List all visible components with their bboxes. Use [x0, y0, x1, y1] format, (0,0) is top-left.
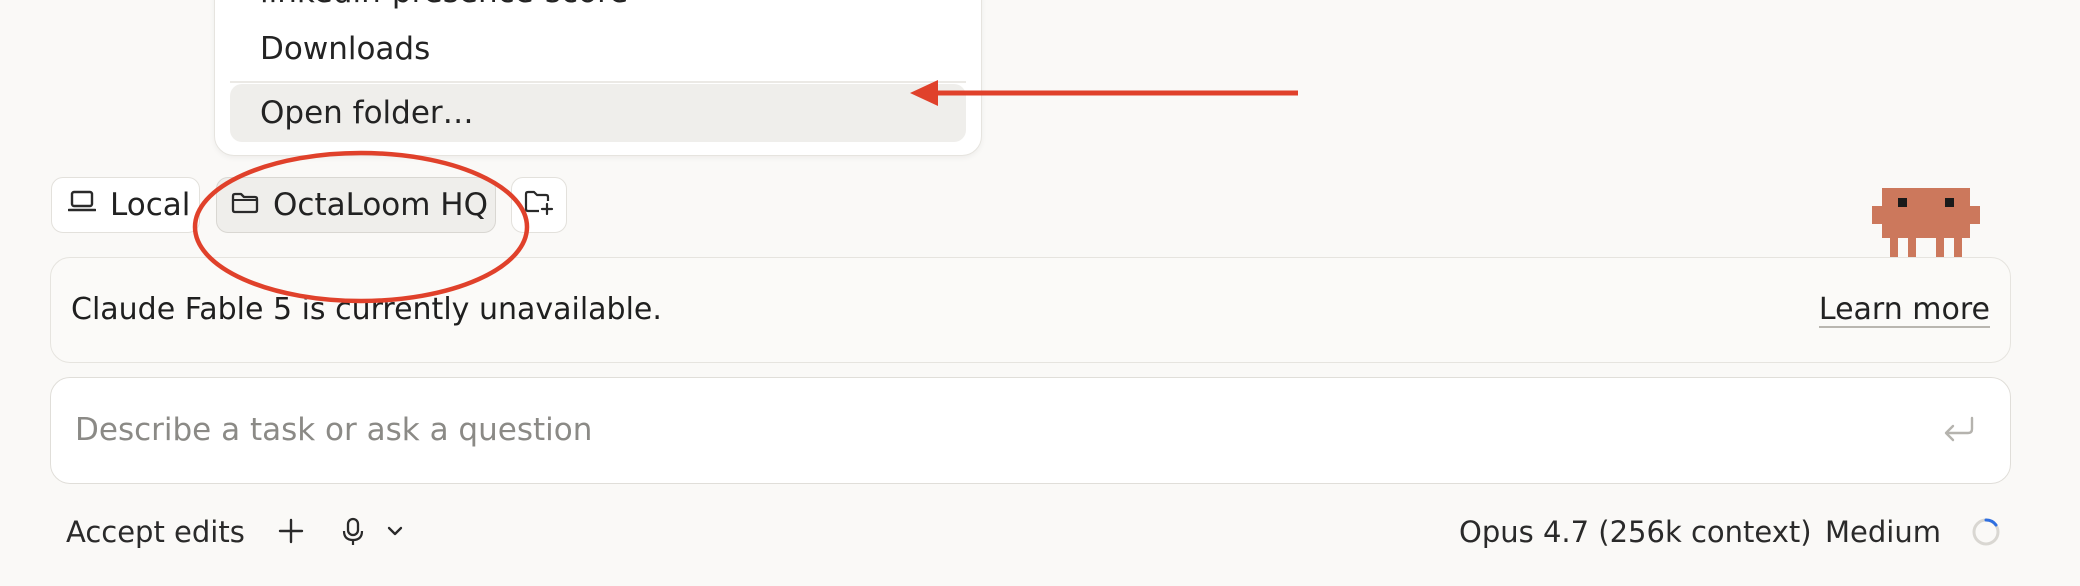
task-input-placeholder: Describe a task or ask a question — [75, 412, 593, 448]
folder-dropdown-menu: linkedin-presence-score Downloads Open f… — [214, 0, 982, 156]
laptop-icon — [67, 187, 97, 223]
chevron-down-icon[interactable] — [384, 520, 406, 546]
menu-item-linkedin-presence-score[interactable]: linkedin-presence-score — [230, 0, 966, 21]
notice-text: Claude Fable 5 is currently unavailable. — [71, 292, 662, 327]
project-folder-chip[interactable]: OctaLoom HQ — [216, 177, 496, 233]
task-input[interactable]: Describe a task or ask a question — [50, 377, 2011, 484]
learn-more-link[interactable]: Learn more — [1818, 294, 1990, 328]
folder-chip-label: OctaLoom HQ — [273, 187, 489, 223]
microphone-icon[interactable] — [340, 516, 366, 552]
local-chip-label: Local — [110, 187, 191, 223]
folder-icon — [231, 187, 259, 223]
effort-selector[interactable]: Medium — [1825, 510, 1941, 554]
menu-divider — [230, 81, 966, 83]
menu-item-downloads[interactable]: Downloads — [230, 20, 966, 78]
crab-mascot-icon — [1872, 188, 1980, 262]
folder-plus-icon — [524, 187, 554, 223]
plus-icon[interactable] — [276, 516, 306, 550]
loading-spinner-icon — [1970, 516, 2002, 552]
model-unavailable-notice: Claude Fable 5 is currently unavailable.… — [50, 257, 2011, 363]
local-environment-chip[interactable]: Local — [51, 177, 200, 233]
accept-edits-mode-button[interactable]: Accept edits — [66, 510, 245, 554]
model-selector[interactable]: Opus 4.7 (256k context) — [1459, 510, 1812, 554]
menu-item-open-folder[interactable]: Open folder… — [230, 84, 966, 142]
add-folder-button[interactable] — [511, 177, 567, 233]
enter-return-icon[interactable] — [1942, 415, 1976, 449]
